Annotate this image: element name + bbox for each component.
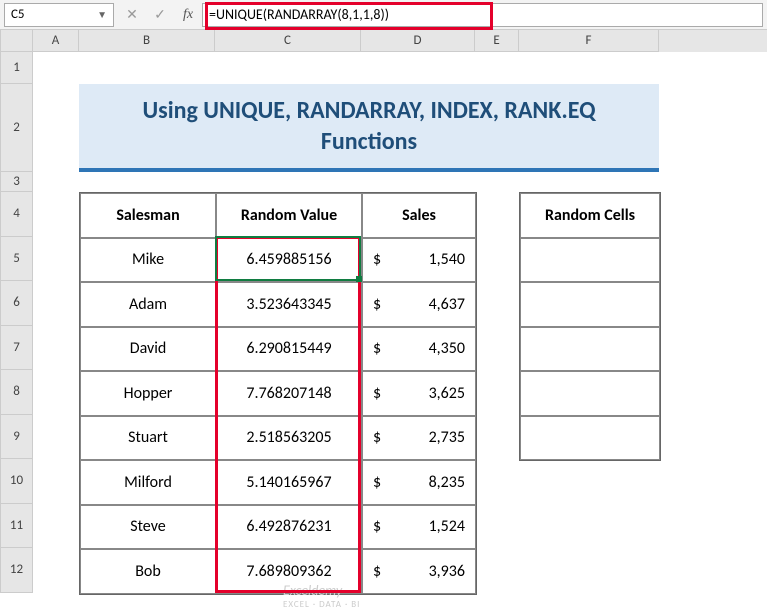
cell-random[interactable]: 7.768207148 (216, 371, 362, 416)
row-header-2[interactable]: 2 (1, 84, 33, 172)
cell-sales[interactable]: $1,540 (362, 238, 476, 283)
table-header-row: Salesman Random Value Sales (80, 193, 476, 238)
cell-salesman[interactable]: Adam (80, 282, 216, 327)
col-header-B[interactable]: B (79, 30, 215, 52)
row-header-9[interactable]: 9 (1, 415, 33, 460)
cell-reference: C5 (11, 7, 25, 22)
cell-salesman[interactable]: Hopper (80, 371, 216, 416)
row-header-4[interactable]: 4 (1, 192, 33, 237)
dropdown-icon[interactable]: ▼ (97, 8, 107, 21)
table-row: Milford5.140165967$8,235 (80, 460, 476, 505)
cell-salesman[interactable]: Milford (80, 460, 216, 505)
col-header-A[interactable]: A (33, 30, 79, 52)
cell-random[interactable]: 3.523643345 (216, 282, 362, 327)
fx-icon[interactable]: fx (174, 3, 202, 27)
formula-bar: C5 ▼ ✕ ✓ fx =UNIQUE(RANDARRAY(8,1,1,8)) (0, 0, 767, 30)
row-header-11[interactable]: 11 (1, 504, 33, 549)
table-row: Hopper7.768207148$3,625 (80, 371, 476, 416)
row-headers: 1 2 3 4 5 6 7 8 9 10 11 12 (1, 52, 33, 593)
cell-random[interactable]: 6.492876231 (216, 505, 362, 550)
cancel-icon[interactable]: ✕ (118, 3, 146, 27)
cell-sales[interactable]: $3,936 (362, 549, 476, 594)
name-box[interactable]: C5 ▼ (4, 3, 114, 27)
spreadsheet-grid: A B C D E F 1 2 3 4 5 6 7 8 9 10 11 12 U… (0, 30, 767, 593)
table-row: Steve6.492876231$1,524 (80, 505, 476, 550)
formula-input[interactable]: =UNIQUE(RANDARRAY(8,1,1,8)) (202, 3, 763, 27)
col-header-E[interactable]: E (475, 30, 519, 52)
column-headers: A B C D E F (1, 30, 767, 52)
header-random-cells[interactable]: Random Cells (520, 193, 660, 238)
cell-random[interactable]: 6.290815449 (216, 327, 362, 372)
header-random[interactable]: Random Value (216, 193, 362, 238)
cell-sales[interactable]: $4,350 (362, 327, 476, 372)
row-header-12[interactable]: 12 (1, 548, 33, 593)
row-header-5[interactable]: 5 (1, 237, 33, 282)
table-row: Adam3.523643345$4,637 (80, 282, 476, 327)
cell-salesman[interactable]: Mike (80, 238, 216, 283)
random-cell-5[interactable] (520, 416, 660, 461)
cell-sales[interactable]: $1,524 (362, 505, 476, 550)
cell-salesman[interactable]: Bob (80, 549, 216, 594)
cells-area[interactable]: Using UNIQUE, RANDARRAY, INDEX, RANK.EQ … (33, 52, 767, 593)
table-row: Mike6.459885156$1,540 (80, 238, 476, 283)
random-cells-table: Random Cells (519, 192, 661, 461)
header-sales[interactable]: Sales (362, 193, 476, 238)
cell-random[interactable]: 7.689809362 (216, 549, 362, 594)
cell-random[interactable]: 5.140165967 (216, 460, 362, 505)
formula-text: =UNIQUE(RANDARRAY(8,1,1,8)) (209, 6, 389, 23)
row-header-3[interactable]: 3 (1, 172, 33, 192)
main-table: Salesman Random Value Sales Mike6.459885… (79, 192, 477, 595)
cell-salesman[interactable]: Stuart (80, 416, 216, 461)
random-cell-2[interactable] (520, 282, 660, 327)
col-header-C[interactable]: C (215, 30, 361, 52)
cell-salesman[interactable]: David (80, 327, 216, 372)
header-salesman[interactable]: Salesman (80, 193, 216, 238)
table-row: Bob7.689809362$3,936 (80, 549, 476, 594)
cell-salesman[interactable]: Steve (80, 505, 216, 550)
cell-sales[interactable]: $3,625 (362, 371, 476, 416)
cell-sales[interactable]: $8,235 (362, 460, 476, 505)
cell-random[interactable]: 6.459885156 (216, 238, 362, 283)
row-header-10[interactable]: 10 (1, 459, 33, 504)
col-header-F[interactable]: F (519, 30, 659, 52)
cell-sales[interactable]: $2,735 (362, 416, 476, 461)
row-header-7[interactable]: 7 (1, 326, 33, 371)
table-row: Stuart2.518563205$2,735 (80, 416, 476, 461)
row-header-6[interactable]: 6 (1, 281, 33, 326)
select-all-corner[interactable] (1, 30, 33, 52)
page-title: Using UNIQUE, RANDARRAY, INDEX, RANK.EQ … (79, 84, 659, 172)
row-header-8[interactable]: 8 (1, 370, 33, 415)
cell-random[interactable]: 2.518563205 (216, 416, 362, 461)
row-header-1[interactable]: 1 (1, 52, 33, 84)
enter-icon[interactable]: ✓ (146, 3, 174, 27)
col-header-D[interactable]: D (361, 30, 475, 52)
random-cell-3[interactable] (520, 327, 660, 372)
random-cell-4[interactable] (520, 371, 660, 416)
table-row: David6.290815449$4,350 (80, 327, 476, 372)
random-cell-1[interactable] (520, 238, 660, 283)
cell-sales[interactable]: $4,637 (362, 282, 476, 327)
